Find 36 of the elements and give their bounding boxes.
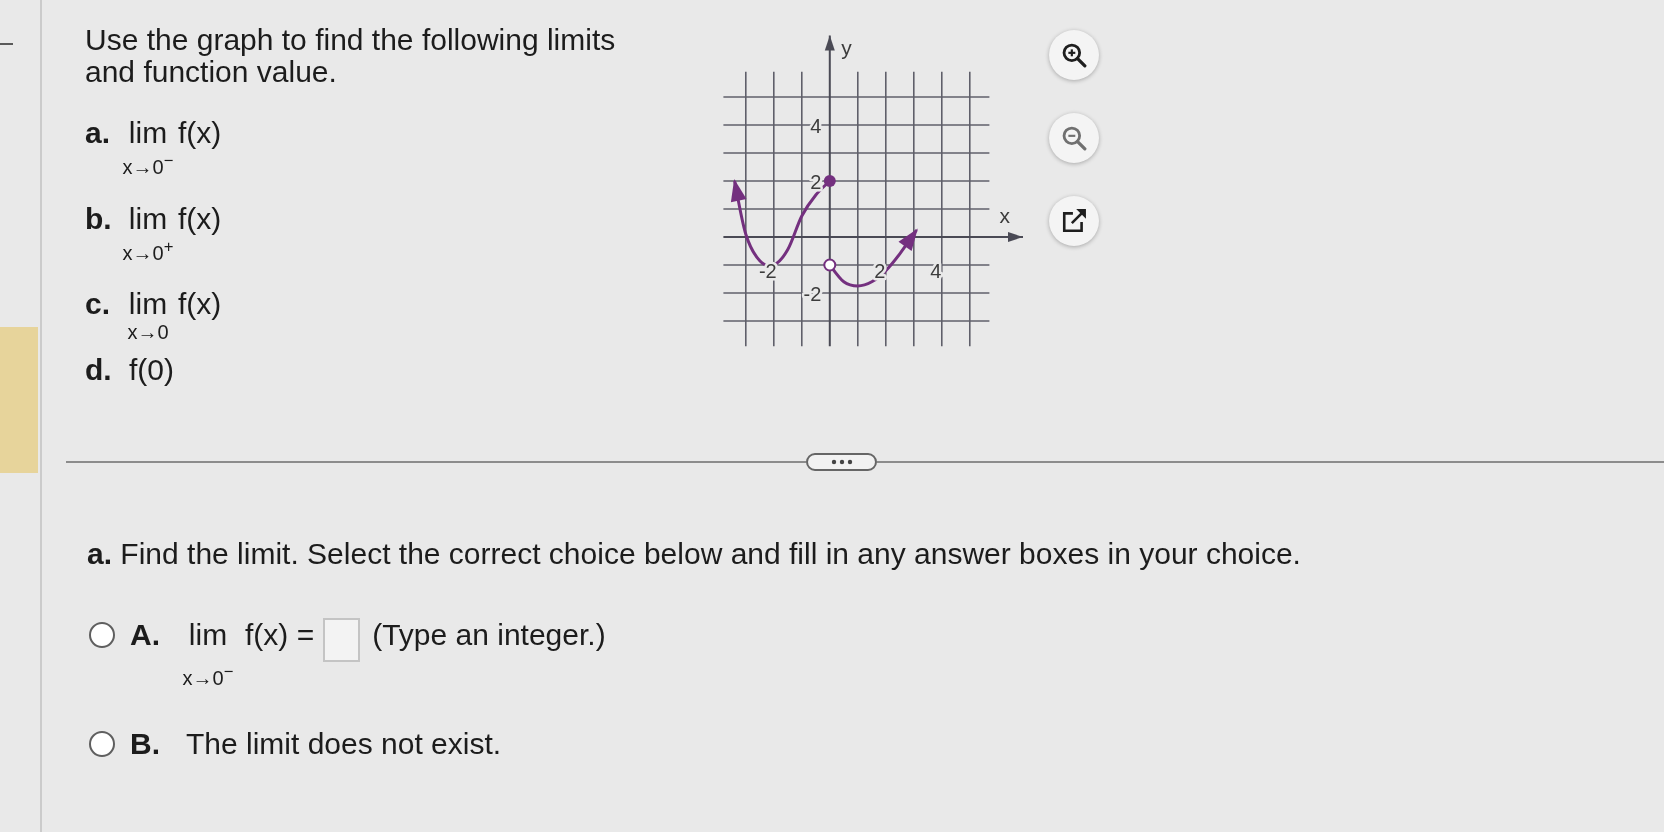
limit-expression: f(x) = <box>245 618 315 653</box>
radio-button[interactable] <box>89 730 115 757</box>
limit-operator: lim <box>128 116 168 150</box>
part-letter: d. <box>85 353 113 388</box>
zoom-in-button[interactable] <box>1049 30 1100 80</box>
limit-function: f(x) <box>178 287 222 322</box>
zoom-out-icon <box>1061 125 1088 151</box>
part-letter: a. <box>85 116 112 150</box>
question-text: a. Find the limit. Select the correct choice below and fill in any answer boxes in your choice. <box>87 537 1302 572</box>
limit-function: f(x) <box>178 201 222 236</box>
external-link-icon <box>1061 208 1088 234</box>
limit-operator: lim <box>128 287 168 322</box>
limit-subscript: x→0$^{+}$ <box>122 235 174 264</box>
choice-letter: A. <box>130 618 161 653</box>
more-button[interactable] <box>806 453 877 472</box>
choice-letter: B. <box>130 726 161 761</box>
limit-subscript: x→0 <box>127 321 169 344</box>
axis-label: y <box>841 36 852 59</box>
zoom-in-icon <box>1061 42 1088 68</box>
limit-subscript: x→0$^{−}$ <box>182 661 234 689</box>
ellipsis-icon <box>830 459 853 466</box>
limit-operator: lim <box>188 618 228 653</box>
part-letter: b. <box>85 201 113 236</box>
tick-label: 4 <box>930 259 942 282</box>
radio-button[interactable] <box>89 622 115 649</box>
answer-hint: (Type an integer.) <box>372 618 606 653</box>
open-window-button[interactable] <box>1049 196 1100 246</box>
part-letter: c. <box>85 287 112 322</box>
function-value: f(0) <box>129 353 174 388</box>
limit-operator: lim <box>128 201 168 236</box>
problem-prompt: Use the graph to find the following limits and function value. <box>85 24 617 88</box>
choice-text: The limit does not exist. <box>186 726 502 761</box>
limit-subscript: x→0$^{−}$ <box>122 150 174 178</box>
limit-function: f(x) <box>178 116 222 150</box>
dash-icon <box>0 43 13 45</box>
axis-label: x <box>999 204 1011 227</box>
